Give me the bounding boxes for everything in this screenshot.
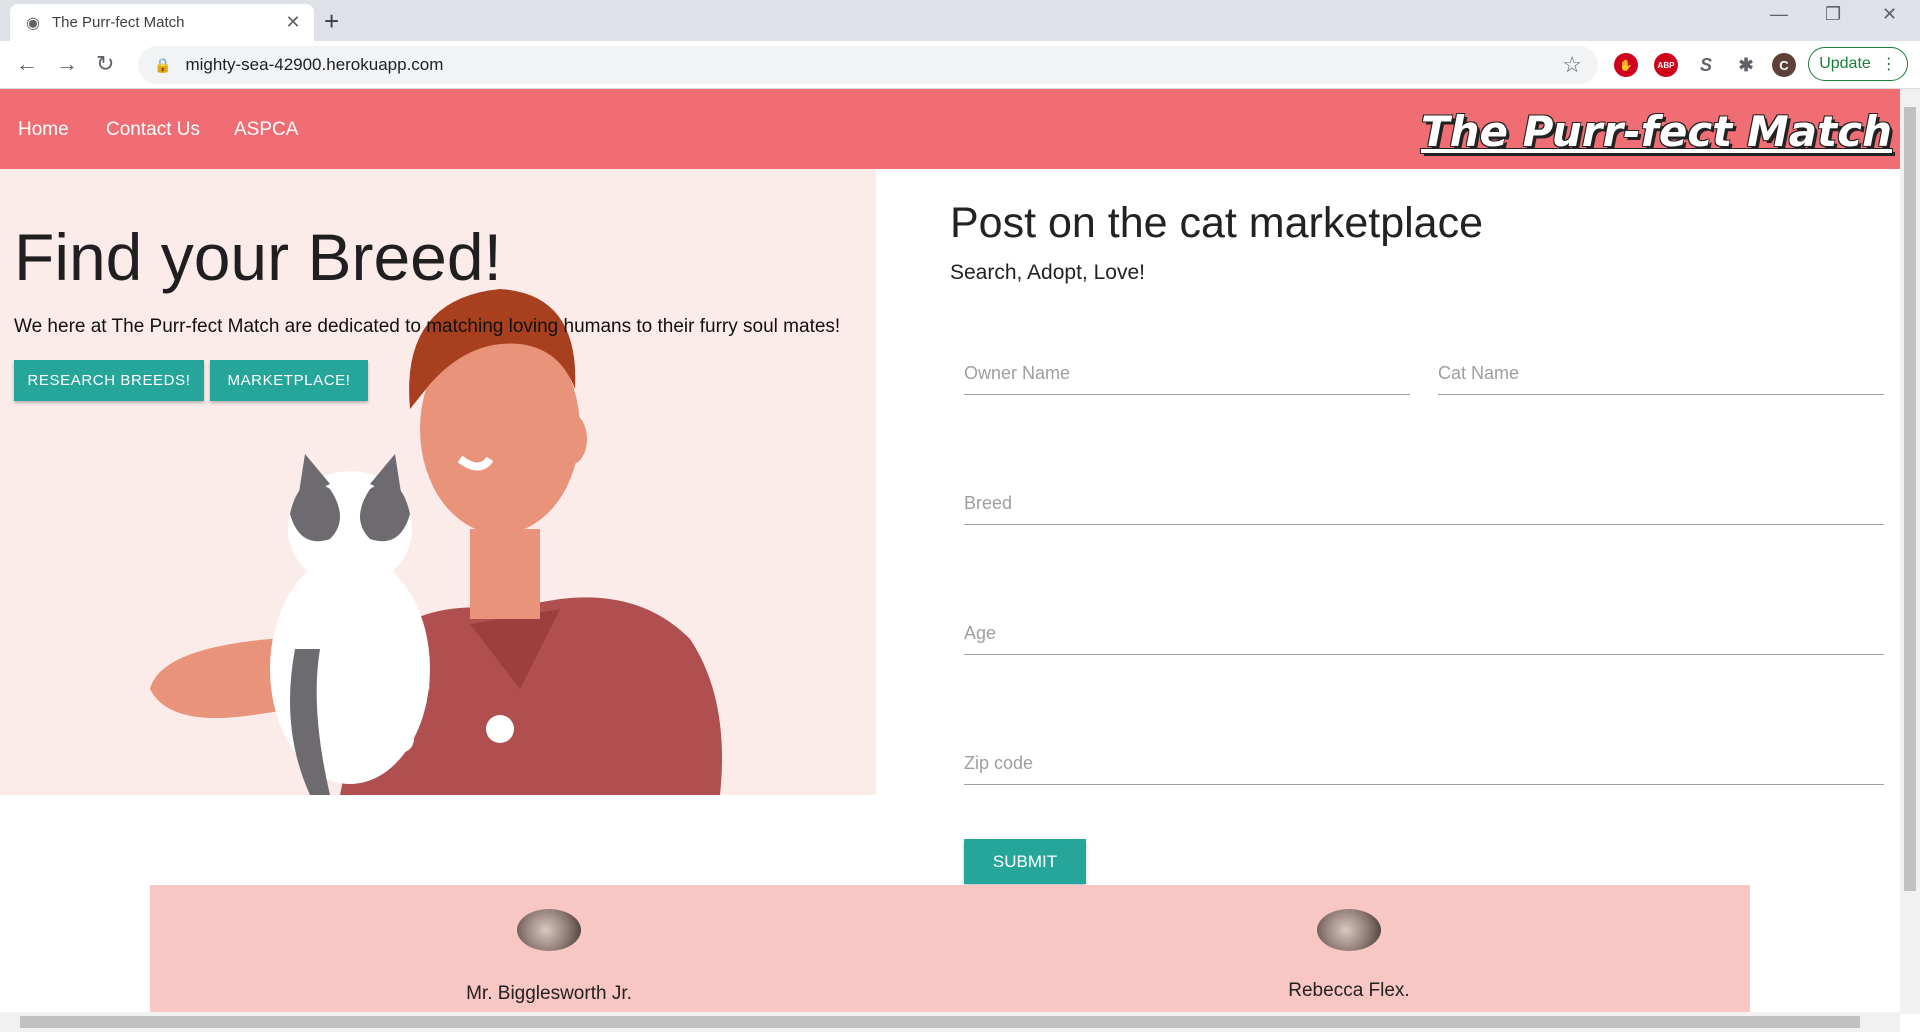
- site-navbar: Home Contact Us ASPCA The Purr-fect Matc…: [0, 89, 1900, 169]
- cat-photo-rebecca[interactable]: [1317, 909, 1381, 951]
- extension-s-icon[interactable]: S: [1694, 53, 1718, 77]
- page-viewport: Home Contact Us ASPCA The Purr-fect Matc…: [0, 89, 1900, 1014]
- age-field[interactable]: Age: [964, 611, 1884, 655]
- owner-name-field[interactable]: Owner Name: [964, 351, 1410, 395]
- research-breeds-button[interactable]: RESEARCH BREEDS!: [14, 360, 204, 401]
- new-tab-icon[interactable]: +: [324, 6, 339, 37]
- cat-name-field[interactable]: Cat Name: [1438, 351, 1884, 395]
- breed-label: Breed: [964, 493, 1013, 513]
- nav-contact-link[interactable]: Contact Us: [106, 119, 200, 141]
- url-text: mighty-sea-42900.herokuapp.com: [185, 55, 444, 74]
- submit-button[interactable]: SUBMIT: [964, 839, 1086, 884]
- vertical-scroll-thumb[interactable]: [1904, 107, 1916, 891]
- tab-strip: ◉ The Purr-fect Match ✕ + — ❐ ✕: [0, 0, 1920, 41]
- horizontal-scrollbar[interactable]: [0, 1012, 1900, 1032]
- owner-name-label: Owner Name: [964, 363, 1071, 383]
- hero-title: Find your Breed!: [14, 220, 502, 294]
- address-bar[interactable]: 🔒 mighty-sea-42900.herokuapp.com ☆: [138, 46, 1598, 84]
- zip-code-field[interactable]: Zip code: [964, 741, 1884, 785]
- close-window-icon[interactable]: ✕: [1882, 4, 1897, 25]
- tab-title: The Purr-fect Match: [51, 14, 185, 31]
- update-button[interactable]: Update ⋮: [1808, 47, 1908, 81]
- cat-photo-bigglesworth[interactable]: [517, 909, 581, 951]
- ublock-icon[interactable]: ✋: [1614, 53, 1638, 77]
- cat-name-rebecca: Rebecca Flex.: [1288, 980, 1410, 1001]
- bookmark-star-icon[interactable]: ☆: [1562, 52, 1582, 78]
- horizontal-scroll-thumb[interactable]: [20, 1016, 1860, 1028]
- hero-section: Find your Breed! We here at The Purr-fec…: [0, 169, 876, 795]
- minimize-icon[interactable]: —: [1770, 4, 1788, 25]
- cat-gallery: Mr. Bigglesworth Jr. Rebecca Flex.: [150, 885, 1750, 1014]
- profile-avatar[interactable]: C: [1772, 53, 1796, 77]
- update-label: Update: [1819, 55, 1871, 72]
- breed-field[interactable]: Breed: [964, 481, 1884, 525]
- adblock-icon[interactable]: ABP: [1654, 53, 1678, 77]
- cat-name-bigglesworth: Mr. Bigglesworth Jr.: [466, 983, 632, 1004]
- globe-icon: ◉: [26, 14, 40, 32]
- nav-home-link[interactable]: Home: [18, 119, 69, 141]
- form-title: Post on the cat marketplace: [950, 199, 1484, 247]
- marketplace-button[interactable]: MARKETPLACE!: [210, 360, 368, 401]
- browser-toolbar: ← → ↻ 🔒 mighty-sea-42900.herokuapp.com ☆…: [0, 41, 1920, 89]
- hero-description: We here at The Purr-fect Match are dedic…: [14, 316, 841, 337]
- back-icon[interactable]: ←: [16, 51, 38, 77]
- extensions-puzzle-icon[interactable]: ✱: [1734, 53, 1758, 77]
- lock-icon: 🔒: [154, 56, 172, 73]
- site-brand-logo[interactable]: The Purr-fect Match: [1421, 107, 1892, 156]
- nav-aspca-link[interactable]: ASPCA: [234, 119, 298, 141]
- vertical-scrollbar[interactable]: [1900, 89, 1920, 1014]
- age-label: Age: [964, 623, 997, 643]
- cat-name-label: Cat Name: [1438, 363, 1520, 383]
- restore-icon[interactable]: ❐: [1825, 4, 1841, 25]
- browser-tab[interactable]: ◉ The Purr-fect Match ✕: [10, 4, 314, 41]
- zip-code-label: Zip code: [964, 753, 1034, 773]
- close-tab-icon[interactable]: ✕: [278, 12, 308, 33]
- menu-kebab-icon[interactable]: ⋮: [1881, 54, 1897, 74]
- reload-icon[interactable]: ↻: [96, 51, 114, 77]
- forward-icon[interactable]: →: [56, 51, 78, 77]
- form-subtitle: Search, Adopt, Love!: [950, 261, 1145, 284]
